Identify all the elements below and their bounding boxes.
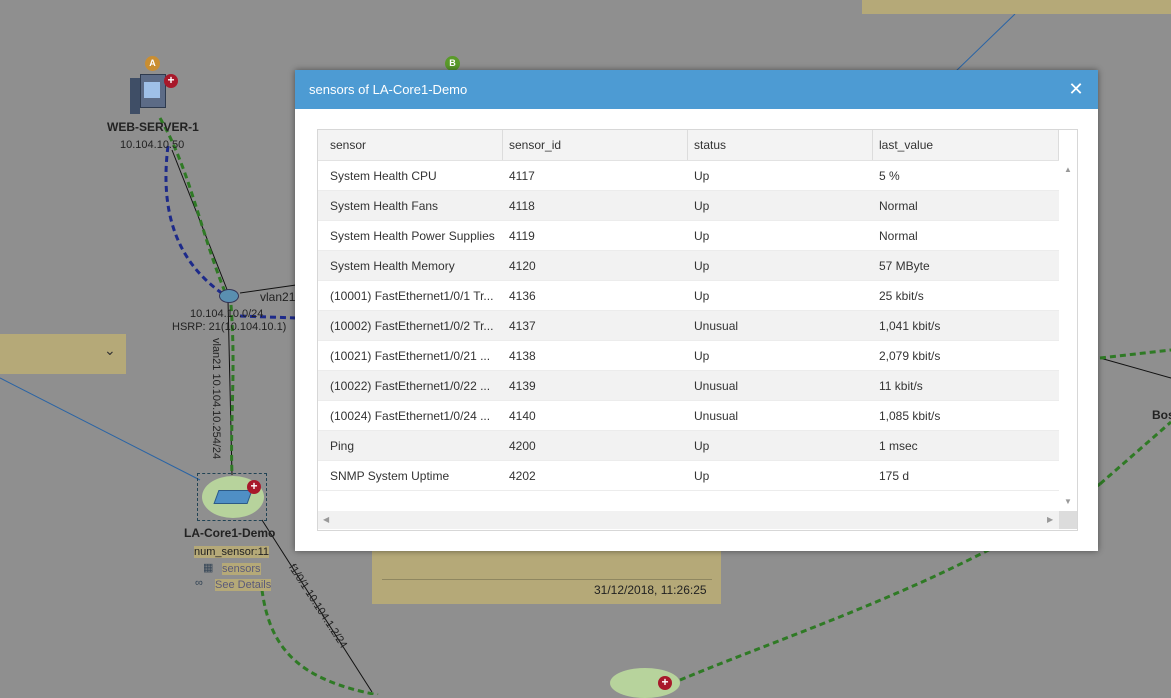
scroll-up-icon[interactable]: ▲ <box>1064 165 1072 174</box>
close-icon[interactable]: ✕ <box>1066 79 1086 99</box>
cell-last-value: 1,041 kbit/s <box>879 319 941 333</box>
table-row[interactable]: System Health Memory 4120 Up 57 MByte <box>318 251 1059 281</box>
cell-status: Up <box>694 349 710 363</box>
cell-status: Up <box>694 229 710 243</box>
cell-sensor-id: 4120 <box>509 259 536 273</box>
cell-sensor-id: 4202 <box>509 469 536 483</box>
column-header-sensor[interactable]: sensor <box>318 130 503 160</box>
cell-status: Up <box>694 439 710 453</box>
cell-last-value: Normal <box>879 199 918 213</box>
cell-last-value: 2,079 kbit/s <box>879 349 941 363</box>
column-header-sensor-id[interactable]: sensor_id <box>503 130 688 160</box>
cell-status: Unusual <box>694 379 739 393</box>
cell-sensor: (10024) FastEthernet1/0/24 ... <box>330 409 491 423</box>
table-row[interactable]: (10001) FastEthernet1/0/1 Tr... 4136 Up … <box>318 281 1059 311</box>
cell-sensor: (10001) FastEthernet1/0/1 Tr... <box>330 289 494 303</box>
table-row[interactable]: (10024) FastEthernet1/0/24 ... 4140 Unus… <box>318 401 1059 431</box>
cell-sensor-id: 4139 <box>509 379 536 393</box>
cell-sensor: (10021) FastEthernet1/0/21 ... <box>330 349 491 363</box>
cell-sensor: System Health Fans <box>330 199 439 213</box>
cell-sensor-id: 4137 <box>509 319 536 333</box>
table-row[interactable]: (10022) FastEthernet1/0/22 ... 4139 Unus… <box>318 371 1059 401</box>
cell-sensor: (10022) FastEthernet1/0/22 ... <box>330 379 491 393</box>
cell-status: Up <box>694 169 710 183</box>
cell-sensor-id: 4200 <box>509 439 536 453</box>
vertical-scrollbar[interactable]: ▲ ▼ <box>1059 161 1077 511</box>
column-header-last-value[interactable]: last_value <box>873 130 1059 160</box>
cell-status: Up <box>694 289 710 303</box>
cell-status: Up <box>694 199 710 213</box>
cell-sensor-id: 4117 <box>509 169 535 183</box>
cell-status: Up <box>694 469 710 483</box>
cell-last-value: 175 d <box>879 469 910 483</box>
cell-sensor: System Health CPU <box>330 169 437 183</box>
cell-sensor: Ping <box>330 439 355 453</box>
table-row[interactable]: System Health CPU 4117 Up 5 % <box>318 161 1059 191</box>
cell-sensor-id: 4119 <box>509 229 535 243</box>
scroll-down-icon[interactable]: ▼ <box>1064 497 1072 506</box>
dialog-title: sensors of LA-Core1-Demo <box>309 82 468 97</box>
table-row[interactable]: SNMP System Uptime 4202 Up 175 d <box>318 461 1059 491</box>
cell-sensor-id: 4118 <box>509 199 535 213</box>
cell-sensor-id: 4136 <box>509 289 536 303</box>
cell-last-value: 11 kbit/s <box>879 379 923 393</box>
horizontal-scrollbar[interactable]: ◀ ▶ <box>318 511 1059 529</box>
cell-sensor: System Health Power Supplies <box>330 229 495 243</box>
table-row[interactable]: System Health Power Supplies 4119 Up Nor… <box>318 221 1059 251</box>
table-row[interactable]: (10002) FastEthernet1/0/2 Tr... 4137 Unu… <box>318 311 1059 341</box>
cell-last-value: 1,085 kbit/s <box>879 409 941 423</box>
dialog-header[interactable]: sensors of LA-Core1-Demo ✕ <box>295 70 1098 109</box>
table-row[interactable]: System Health Fans 4118 Up Normal <box>318 191 1059 221</box>
cell-last-value: 25 kbit/s <box>879 289 924 303</box>
cell-last-value: 5 % <box>879 169 900 183</box>
cell-sensor-id: 4138 <box>509 349 536 363</box>
scrollbar-corner <box>1059 511 1077 529</box>
table-row[interactable]: (10021) FastEthernet1/0/21 ... 4138 Up 2… <box>318 341 1059 371</box>
table-row[interactable]: Ping 4200 Up 1 msec <box>318 431 1059 461</box>
sensors-table: sensor sensor_id status last_value Syste… <box>317 129 1078 531</box>
column-header-status[interactable]: status <box>688 130 873 160</box>
cell-last-value: Normal <box>879 229 918 243</box>
scroll-left-icon[interactable]: ◀ <box>323 515 329 524</box>
cell-sensor: (10002) FastEthernet1/0/2 Tr... <box>330 319 494 333</box>
cell-status: Unusual <box>694 409 739 423</box>
table-header: sensor sensor_id status last_value <box>318 130 1059 161</box>
scroll-right-icon[interactable]: ▶ <box>1047 515 1053 524</box>
table-body: System Health CPU 4117 Up 5 % System Hea… <box>318 161 1059 511</box>
cell-status: Unusual <box>694 319 739 333</box>
cell-sensor: System Health Memory <box>330 259 455 273</box>
cell-sensor: SNMP System Uptime <box>330 469 450 483</box>
cell-sensor-id: 4140 <box>509 409 536 423</box>
cell-last-value: 1 msec <box>879 439 918 453</box>
cell-last-value: 57 MByte <box>879 259 930 273</box>
cell-status: Up <box>694 259 710 273</box>
sensors-dialog: sensors of LA-Core1-Demo ✕ sensor sensor… <box>295 70 1098 551</box>
